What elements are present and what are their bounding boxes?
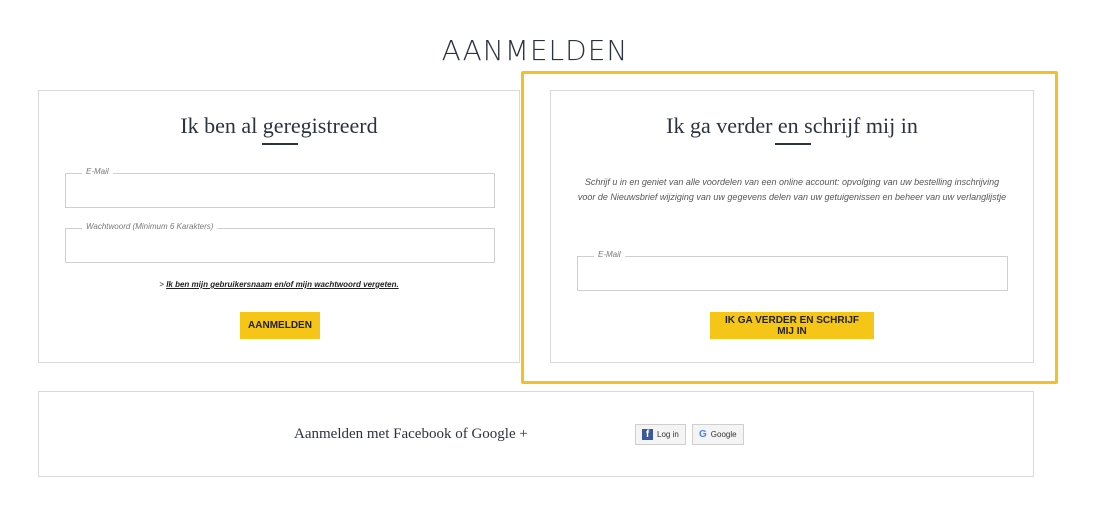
register-highlight-frame xyxy=(521,71,1058,384)
google-login-button[interactable]: G Google xyxy=(692,424,744,445)
google-icon: G xyxy=(699,429,707,440)
login-email-field[interactable]: E-Mail xyxy=(65,167,495,208)
facebook-login-label: Log in xyxy=(657,430,679,439)
login-email-input[interactable] xyxy=(66,174,494,207)
facebook-icon: f xyxy=(642,429,653,440)
forgot-password-row: > Ik ben mijn gebruikersnaam en/of mijn … xyxy=(39,280,519,289)
social-login-panel: Aanmelden met Facebook of Google + f Log… xyxy=(38,391,1034,477)
forgot-prefix: > xyxy=(159,280,164,289)
login-password-field[interactable]: Wachtwoord (Minimum 6 Karakters) xyxy=(65,222,495,263)
social-login-label: Aanmelden met Facebook of Google + xyxy=(294,426,528,442)
facebook-login-button[interactable]: f Log in xyxy=(635,424,686,445)
page-title: AANMELDEN xyxy=(441,34,629,67)
login-panel: Ik ben al geregistreerd E-Mail Wachtwoor… xyxy=(38,90,520,363)
forgot-password-link[interactable]: Ik ben mijn gebruikersnaam en/of mijn wa… xyxy=(166,280,399,289)
login-password-label: Wachtwoord (Minimum 6 Karakters) xyxy=(82,222,218,231)
login-password-input[interactable] xyxy=(66,229,494,262)
login-email-label: E-Mail xyxy=(82,167,113,176)
login-title-rule xyxy=(262,143,298,145)
login-title: Ik ben al geregistreerd xyxy=(180,113,378,138)
google-login-label: Google xyxy=(710,430,737,439)
login-submit-button[interactable]: AANMELDEN xyxy=(240,312,320,339)
